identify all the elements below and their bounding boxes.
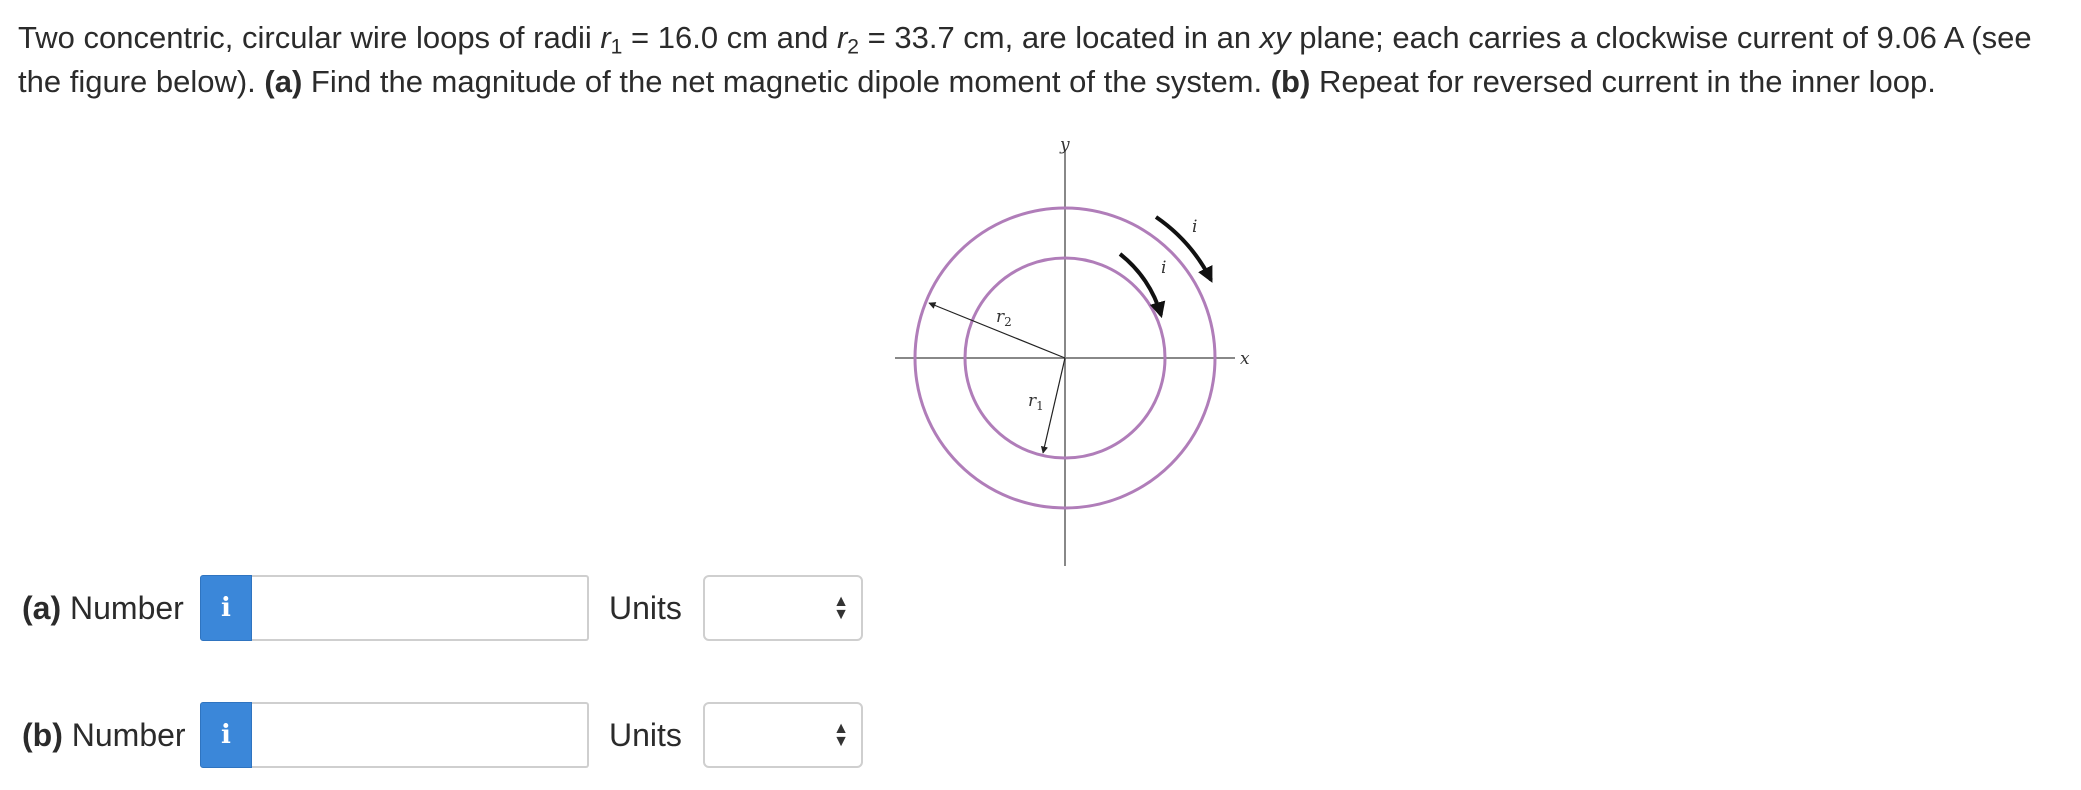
part-a-tag: (a) — [264, 64, 303, 99]
part-b-label-tag: (b) — [22, 716, 63, 753]
updown-chevron-icon: ▲ ▼ — [833, 593, 849, 623]
units-select-b[interactable]: ▲ ▼ — [703, 702, 863, 768]
answer-label-a: (a) Number — [22, 590, 200, 627]
problem-text: Repeat for reversed current in the inner… — [1310, 64, 1936, 99]
problem-text: Two concentric, circular wire loops of r… — [18, 20, 601, 55]
part-b-tag: (b) — [1270, 64, 1311, 99]
units-label-b: Units — [609, 716, 682, 753]
problem-text: Find the magnitude of the net magnetic d… — [302, 64, 1271, 99]
y-axis-label: y — [1059, 135, 1070, 155]
answer-row-a: (a) Number i Units ▲ ▼ — [22, 575, 863, 641]
outer-current-label: i — [1192, 217, 1197, 237]
number-input-a[interactable] — [252, 575, 589, 641]
updown-chevron-icon: ▲ ▼ — [833, 720, 849, 750]
problem-statement: Two concentric, circular wire loops of r… — [18, 16, 2068, 104]
concentric-loops-figure: y x r2 r1 i i — [880, 128, 1280, 568]
units-select-a[interactable]: ▲ ▼ — [703, 575, 863, 641]
r2-subscript: 2 — [847, 35, 860, 59]
r1-symbol: r — [600, 20, 611, 55]
part-a-label-tag: (a) — [22, 589, 62, 626]
r1-subscript: 1 — [610, 35, 623, 59]
units-label-a: Units — [609, 589, 682, 626]
problem-text: = 33.7 cm, are located in an — [859, 20, 1260, 55]
loops-diagram: y x r2 r1 i i — [895, 135, 1250, 566]
info-icon[interactable]: i — [200, 575, 252, 641]
number-input-b[interactable] — [252, 702, 589, 768]
info-icon[interactable]: i — [200, 702, 252, 768]
r2-label: r2 — [996, 307, 1012, 329]
answer-row-b: (b) Number i Units ▲ ▼ — [22, 702, 863, 768]
inner-current-arrow — [1118, 252, 1166, 319]
problem-text: = 16.0 cm and — [622, 20, 837, 55]
answer-label-b: (b) Number — [22, 717, 200, 754]
x-axis-label: x — [1240, 349, 1250, 369]
number-label: Number — [62, 716, 186, 753]
r2-symbol: r — [836, 20, 848, 55]
xy-symbol: xy — [1259, 20, 1291, 55]
number-label: Number — [61, 589, 184, 626]
inner-current-label: i — [1161, 258, 1166, 278]
r1-label: r1 — [1028, 391, 1044, 413]
r1-vector — [1040, 357, 1066, 454]
